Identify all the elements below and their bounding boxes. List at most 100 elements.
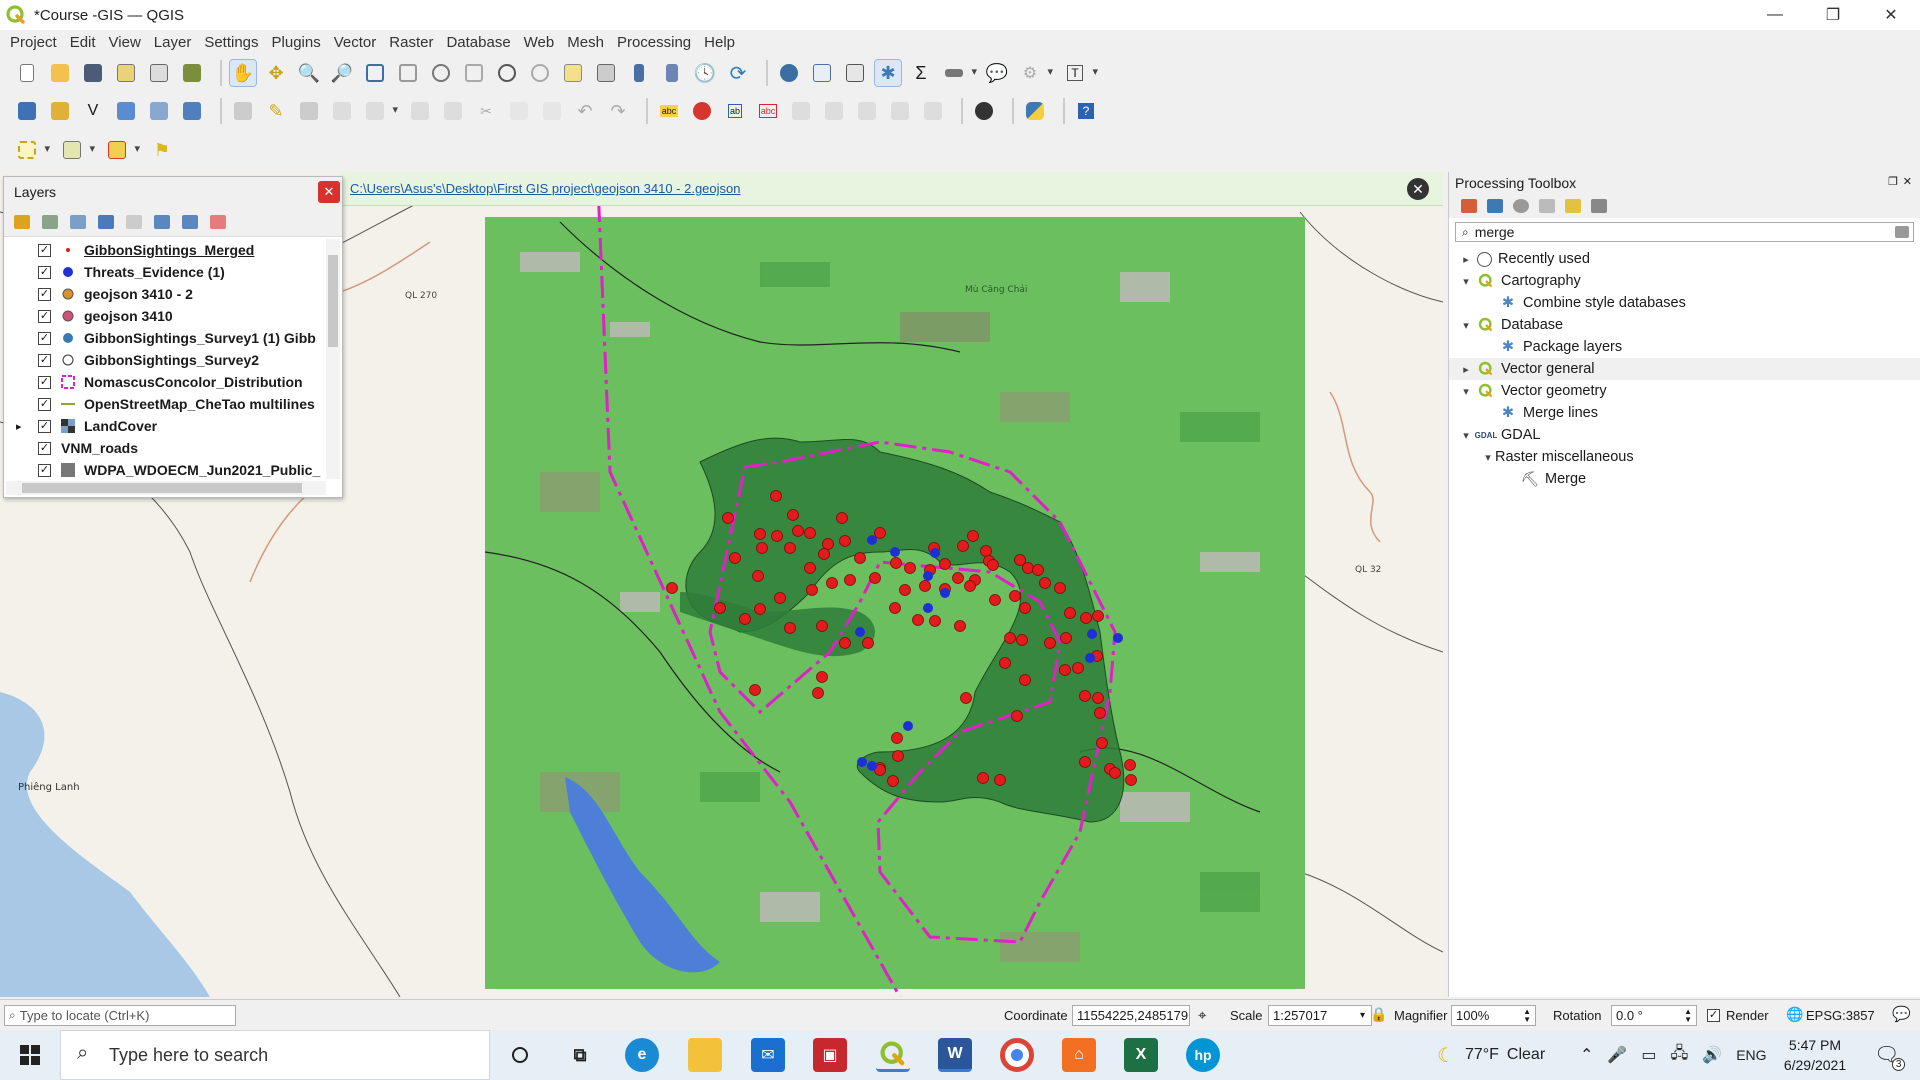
crs-globe-icon[interactable]: 🌐: [1786, 1006, 1803, 1023]
expand-arrow-icon[interactable]: ▾: [1459, 275, 1473, 288]
microphone-icon[interactable]: 🎤: [1607, 1045, 1627, 1065]
expand-arrow-icon[interactable]: ▾: [1481, 451, 1495, 464]
layer-row[interactable]: ▸ ✓ LandCover: [4, 415, 326, 437]
zoom-native-button[interactable]: [461, 60, 487, 86]
crs-label[interactable]: EPSG:3857: [1806, 1008, 1875, 1023]
temporal-controller-button[interactable]: 🕓: [692, 60, 718, 86]
layer-checkbox[interactable]: ✓: [38, 441, 51, 455]
show-bookmarks-button[interactable]: [659, 60, 685, 86]
vertex-tool-button[interactable]: [362, 98, 398, 124]
layer-row[interactable]: ✓ GibbonSightings_Survey2: [4, 349, 326, 371]
cut-features-button[interactable]: ✂: [473, 98, 499, 124]
render-checkbox[interactable]: ✓: [1707, 1009, 1720, 1022]
chevron-up-icon[interactable]: ⌃: [1580, 1045, 1593, 1065]
add-group-icon[interactable]: [42, 214, 58, 229]
open-attribute-table-button[interactable]: [809, 60, 835, 86]
expand-arrow-icon[interactable]: ▸: [1459, 363, 1473, 376]
layer-row[interactable]: ✓ OpenStreetMap_CheTao multilines: [4, 393, 326, 415]
notifications-button[interactable]: 🗨 3: [1874, 1042, 1906, 1071]
orange-app-button[interactable]: ⌂: [1062, 1038, 1096, 1072]
taskbar-search-box[interactable]: ⌕ Type here to search: [60, 1030, 490, 1080]
redo-button[interactable]: ↷: [605, 98, 631, 124]
clear-search-icon[interactable]: [1895, 226, 1909, 238]
manage-themes-icon[interactable]: [70, 214, 86, 229]
select-by-value-button[interactable]: [59, 137, 95, 163]
processing-tree-item[interactable]: ✱ Combine style databases: [1449, 292, 1920, 314]
excel-button[interactable]: X: [1124, 1038, 1158, 1072]
task-view-button[interactable]: ⧉: [563, 1038, 597, 1072]
expand-arrow-icon[interactable]: ▸: [1459, 253, 1473, 266]
scale-combobox[interactable]: 1:257017 ▾: [1268, 1005, 1372, 1026]
zoom-in-button[interactable]: 🔍: [296, 60, 322, 86]
new-virtual-layer-button[interactable]: [179, 98, 205, 124]
expand-arrow-icon[interactable]: ▸: [16, 420, 22, 433]
layer-row[interactable]: ✓ geojson 3410: [4, 305, 326, 327]
layer-checkbox[interactable]: ✓: [38, 309, 51, 323]
messages-icon[interactable]: 💬: [1892, 1005, 1911, 1023]
layers-horizontal-scrollbar[interactable]: [6, 481, 326, 495]
layer-row[interactable]: ✓ Threats_Evidence (1): [4, 261, 326, 283]
save-project-button[interactable]: [80, 60, 106, 86]
menu-edit[interactable]: Edit: [70, 34, 96, 51]
layer-checkbox[interactable]: ✓: [38, 287, 51, 301]
layer-checkbox[interactable]: ✓: [38, 265, 51, 279]
battery-icon[interactable]: ▭: [1641, 1045, 1656, 1065]
close-message-icon[interactable]: ✕: [1407, 178, 1429, 200]
models-icon[interactable]: [1461, 199, 1477, 213]
layer-row[interactable]: ✓ NomascusConcolor_Distribution: [4, 371, 326, 393]
layer-checkbox[interactable]: ✓: [38, 397, 51, 411]
processing-tree-item[interactable]: ▾ Cartography: [1449, 270, 1920, 292]
select-features-button[interactable]: [14, 137, 50, 163]
processing-tree-item[interactable]: ▾ GDAL GDAL: [1449, 424, 1920, 446]
gift-app-button[interactable]: ▣: [813, 1038, 847, 1072]
volume-icon[interactable]: 🔊: [1702, 1045, 1722, 1065]
add-feature-button[interactable]: [329, 98, 355, 124]
layer-checkbox[interactable]: ✓: [38, 375, 51, 389]
menu-web[interactable]: Web: [524, 34, 555, 51]
save-edits-button[interactable]: [296, 98, 322, 124]
layer-checkbox[interactable]: ✓: [38, 419, 51, 433]
collapse-all-icon[interactable]: [182, 214, 198, 229]
text-annotation-button[interactable]: T: [1062, 60, 1098, 86]
save-as-button[interactable]: [113, 60, 139, 86]
copy-features-button[interactable]: [506, 98, 532, 124]
new-3d-view-button[interactable]: [593, 60, 619, 86]
qgis-taskbar-button[interactable]: [876, 1038, 910, 1072]
menu-vector[interactable]: Vector: [334, 34, 377, 51]
results-viewer-icon[interactable]: [1539, 199, 1555, 213]
filter-expression-icon[interactable]: [126, 214, 142, 229]
layer-row[interactable]: ✓ WDPA_WDOECM_Jun2021_Public_: [4, 459, 326, 479]
menu-settings[interactable]: Settings: [204, 34, 258, 51]
layer-row[interactable]: ✓ geojson 3410 - 2: [4, 283, 326, 305]
toggle-extents-icon[interactable]: ⌖: [1198, 1007, 1206, 1024]
processing-toolbox-button[interactable]: ✱: [874, 59, 902, 87]
measure-line-button[interactable]: [941, 60, 977, 86]
python-console-button[interactable]: [1022, 98, 1048, 124]
lock-scale-icon[interactable]: 🔒: [1370, 1006, 1387, 1023]
file-path-link[interactable]: C:\Users\Asus's\Desktop\First GIS projec…: [350, 181, 741, 196]
style-manager-button[interactable]: [179, 60, 205, 86]
new-temporary-layer-button[interactable]: [146, 98, 172, 124]
layer-row[interactable]: ✓ VNM_roads: [4, 437, 326, 459]
layer-checkbox[interactable]: ✓: [38, 463, 51, 477]
print-layout-button[interactable]: [146, 60, 172, 86]
start-button[interactable]: [20, 1045, 40, 1065]
toggle-editing-button[interactable]: ✎: [263, 98, 289, 124]
styling-icon[interactable]: [14, 214, 30, 229]
weather-widget[interactable]: ☾ 77°F Clear: [1437, 1030, 1545, 1080]
new-bookmark-button[interactable]: [626, 60, 652, 86]
minimize-button[interactable]: —: [1746, 0, 1804, 30]
cortana-button[interactable]: [503, 1038, 537, 1072]
open-project-button[interactable]: [47, 60, 73, 86]
rotate-label-button[interactable]: [821, 98, 847, 124]
zoom-full-button[interactable]: [362, 60, 388, 86]
history-icon[interactable]: [1513, 199, 1529, 213]
network-icon[interactable]: 🖧: [1670, 1042, 1688, 1069]
processing-tree-item[interactable]: ✱ Package layers: [1449, 336, 1920, 358]
coordinate-field[interactable]: 11554225,2485179: [1072, 1005, 1190, 1026]
processing-tree-item[interactable]: ▾ Raster miscellaneous: [1449, 446, 1920, 468]
modify-attributes-button[interactable]: [407, 98, 433, 124]
change-label-button[interactable]: [854, 98, 880, 124]
layer-checkbox[interactable]: ✓: [38, 353, 51, 367]
close-window-button[interactable]: ✕: [1862, 0, 1920, 30]
